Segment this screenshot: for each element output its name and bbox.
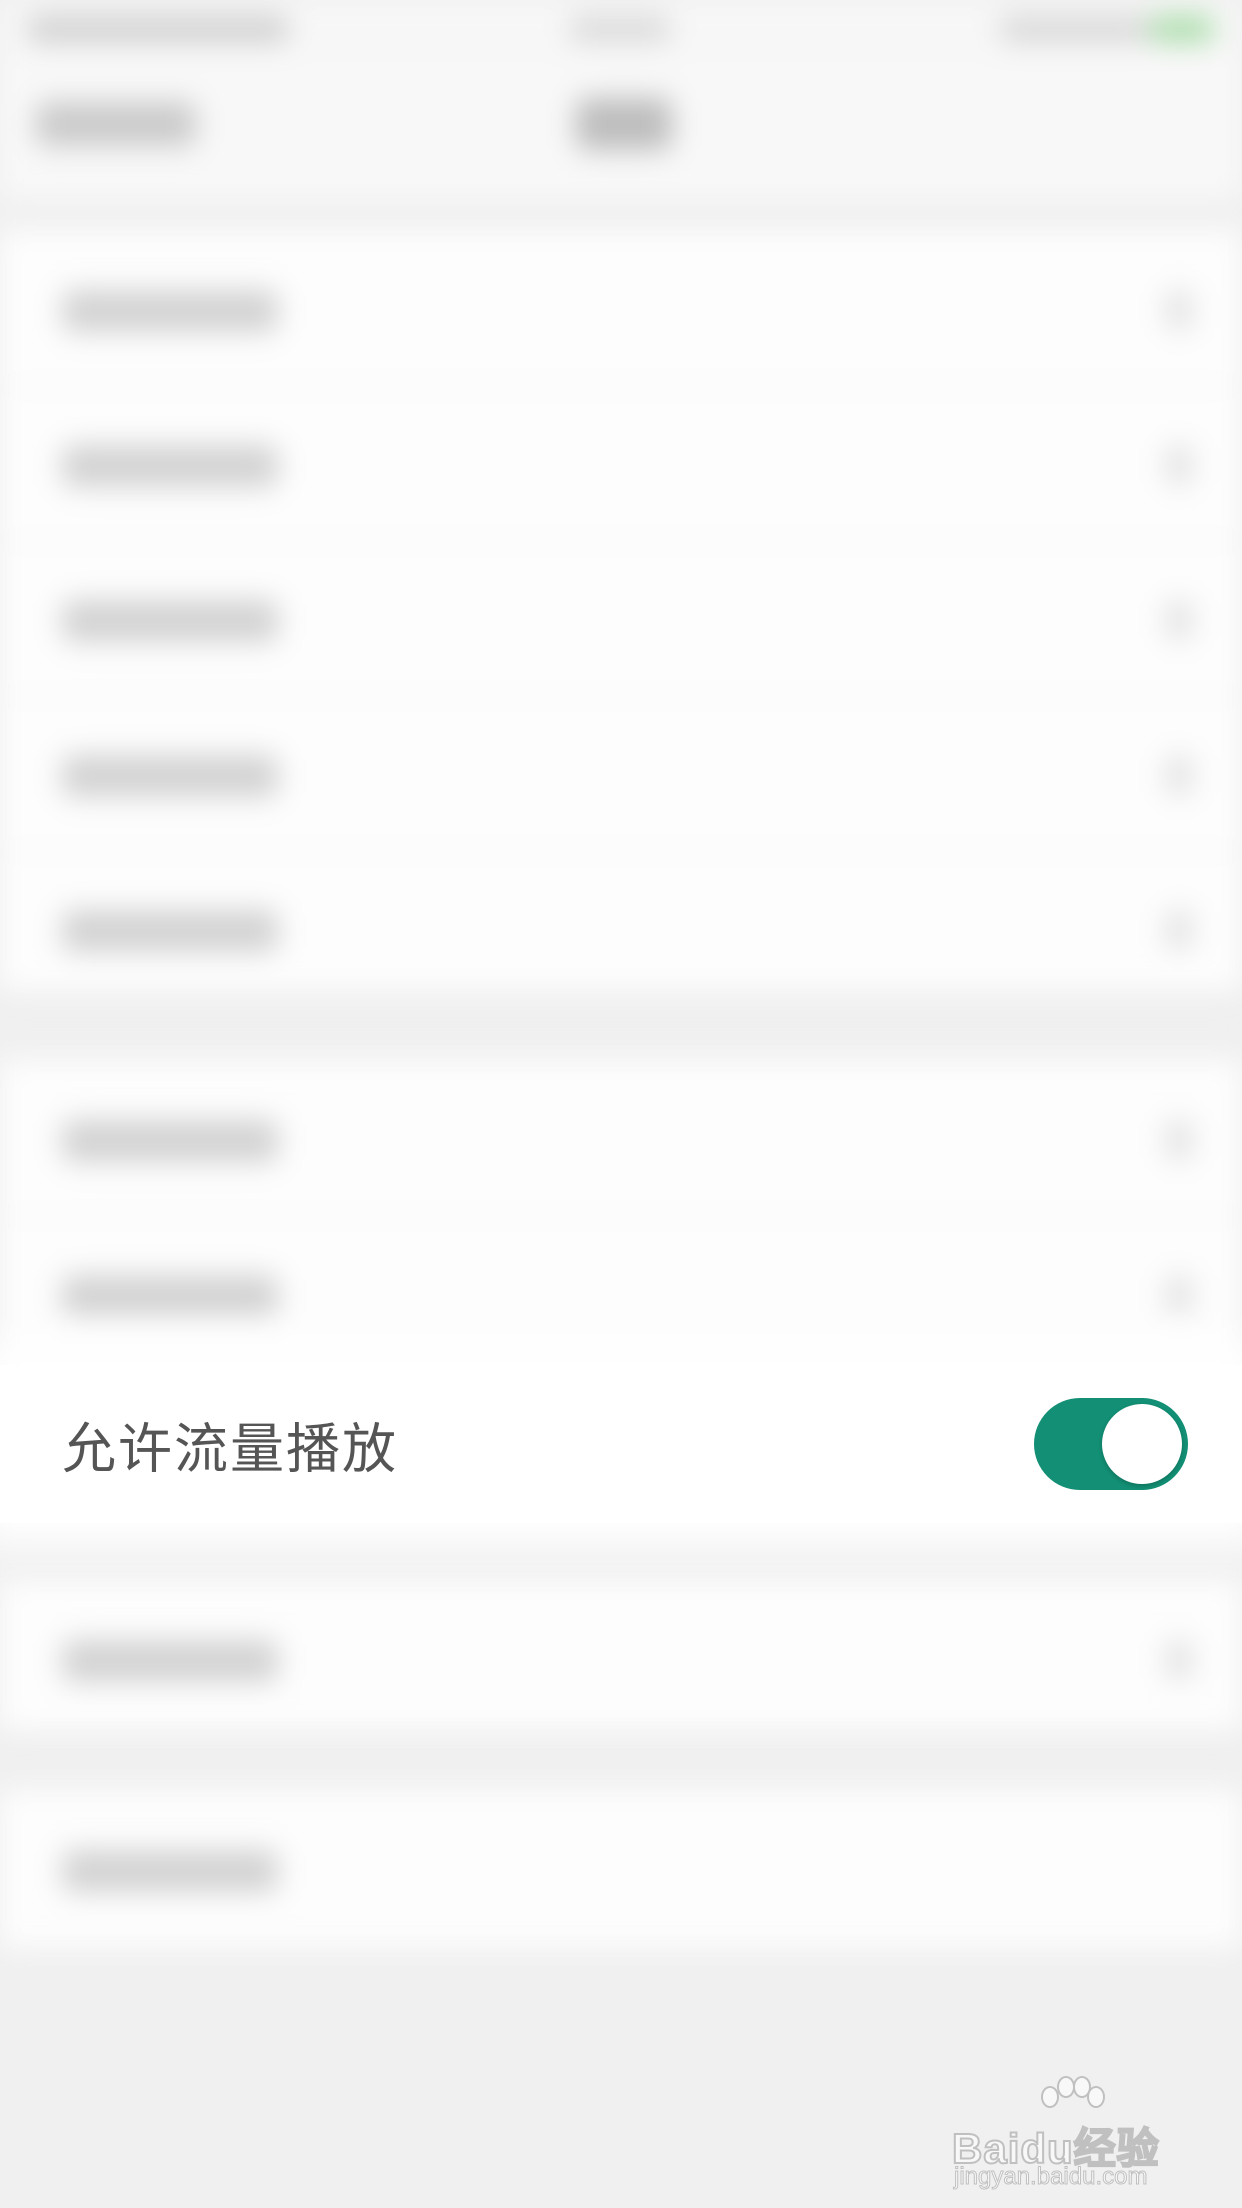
settings-group-1	[0, 230, 1242, 1007]
back-button-blurred[interactable]	[36, 102, 196, 146]
status-indicators-blurred	[1000, 16, 1150, 42]
cellular-playback-toggle[interactable]	[1034, 1398, 1188, 1490]
blurred-setting-row[interactable]	[0, 385, 1242, 542]
blurred-setting-row[interactable]	[0, 540, 1242, 697]
page-title-blurred	[576, 98, 672, 150]
settings-group-4	[0, 1790, 1242, 1950]
blurred-setting-row[interactable]	[0, 1060, 1242, 1217]
status-bar	[0, 0, 1242, 62]
status-carrier-blurred	[28, 16, 288, 42]
chevron-right-icon	[1166, 445, 1192, 485]
blurred-background	[0, 0, 1242, 2208]
blurred-setting-row[interactable]	[0, 850, 1242, 1007]
blurred-setting-row[interactable]	[0, 230, 1242, 387]
navigation-bar	[0, 62, 1242, 205]
settings-group-3	[0, 1580, 1242, 1737]
battery-icon	[1150, 16, 1214, 42]
chevron-right-icon	[1166, 600, 1192, 640]
setting-row-allow-cellular-playback[interactable]: 允许流量播放	[0, 1365, 1242, 1523]
settings-screen: 允许流量播放 Baidu经验 jingyan.baidu.com	[0, 0, 1242, 2208]
blurred-setting-row[interactable]	[0, 1790, 1242, 1947]
toggle-blurred[interactable]	[1166, 1275, 1192, 1315]
toggle-blurred[interactable]	[1166, 1120, 1192, 1160]
status-time-blurred	[570, 16, 670, 42]
blurred-setting-row[interactable]	[0, 1580, 1242, 1737]
setting-label: 允许流量播放	[62, 1417, 398, 1481]
baidu-jingyan-watermark: Baidu经验 jingyan.baidu.com	[951, 2075, 1192, 2191]
blurred-setting-row[interactable]	[0, 1215, 1242, 1372]
chevron-right-icon	[1166, 910, 1192, 950]
chevron-right-icon	[1166, 1640, 1192, 1680]
blurred-setting-row[interactable]	[0, 695, 1242, 852]
watermark-url: jingyan.baidu.com	[953, 2163, 1148, 2191]
chevron-right-icon	[1166, 755, 1192, 795]
chevron-right-icon	[1166, 290, 1192, 330]
toggle-knob[interactable]	[1102, 1404, 1182, 1484]
